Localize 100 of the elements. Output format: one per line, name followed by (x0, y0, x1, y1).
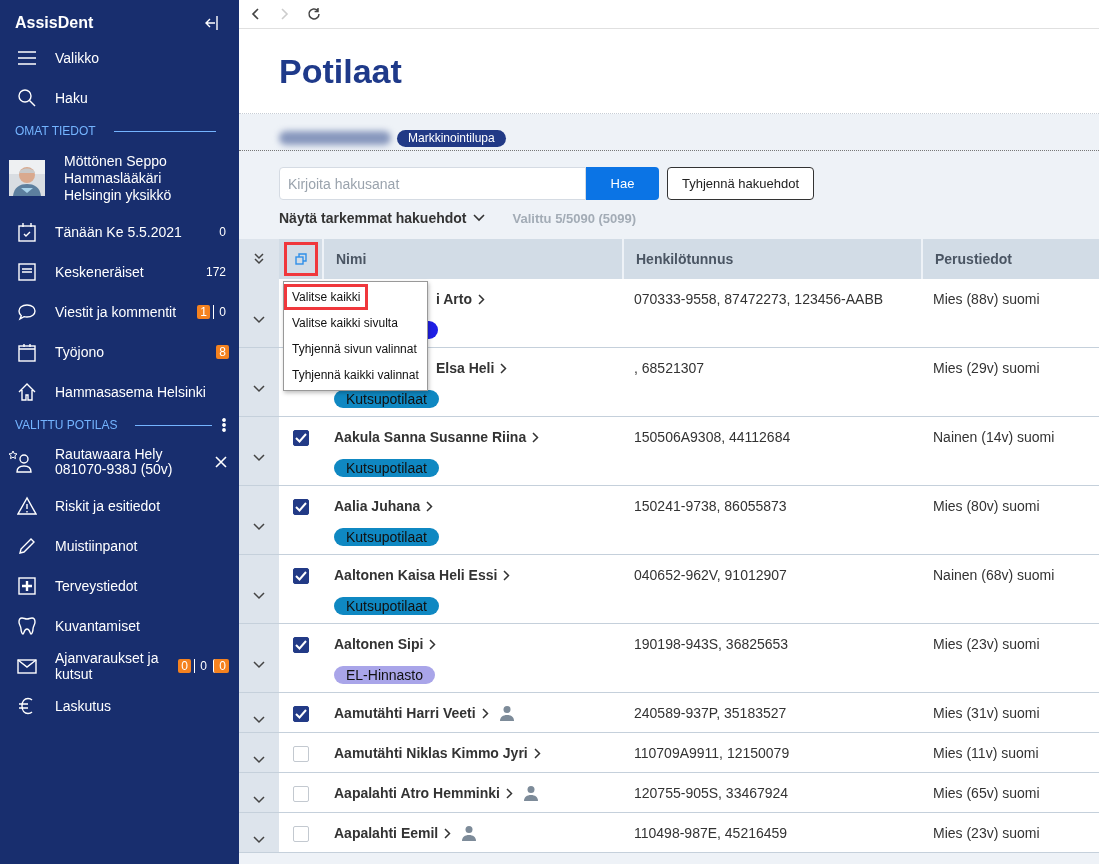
patient-link[interactable]: Aakula Sanna Susanne Riina (334, 429, 540, 445)
more-options-icon[interactable] (222, 418, 226, 432)
group-tag: Kutsupotilaat (334, 459, 439, 477)
section-heading: VALITTU POTILAS (15, 418, 118, 432)
profile-text: Helsingin yksikkö (64, 186, 172, 204)
app-title: AssisDent (15, 14, 94, 32)
count-badge: 0 (178, 659, 191, 673)
patient-link[interactable]: i Arto (436, 291, 486, 307)
menu-item[interactable]: Tyhjennä kaikki valinnat (284, 362, 427, 388)
count-badge: 8 (216, 345, 229, 359)
table-cell-text: 110498-987E, 45216459 (633, 824, 789, 843)
row-checkbox[interactable] (292, 706, 309, 722)
table-cell-text: Mies (88v) suomi (932, 290, 1041, 309)
plus-square-icon (17, 576, 37, 596)
sidebar-item[interactable]: Työjono 8 (0, 332, 239, 372)
patient-link[interactable]: Aalia Juhana (334, 498, 434, 514)
chevron-right-icon (533, 747, 541, 759)
chevron-right-icon (444, 827, 452, 839)
close-icon[interactable] (215, 456, 227, 468)
patient-link[interactable]: Aaltonen Sipi (334, 636, 437, 652)
table-cell-text: Mies (11v) suomi (932, 744, 1040, 763)
reload-icon[interactable] (307, 7, 321, 21)
sidebar-item[interactable]: Viestit ja kommentit 1 0 (0, 292, 239, 332)
group-tag: Kutsupotilaat (334, 390, 439, 408)
patient-link[interactable]: Aaltonen Kaisa Heli Essi (334, 567, 511, 583)
speech-bubble-icon (17, 302, 37, 322)
search-icon (17, 88, 37, 108)
document-icon (17, 262, 37, 282)
overlapping-squares-icon (294, 253, 307, 265)
row-checkbox[interactable] (292, 637, 309, 653)
sidebar-item[interactable]: Laskutus (0, 686, 239, 726)
chevron-right-icon (426, 500, 434, 512)
patient-link[interactable]: Elsa Heli (436, 360, 508, 376)
collapse-sidebar-icon[interactable] (205, 15, 219, 31)
table-cell-text: 190198-943S, 36825653 (633, 635, 790, 654)
chevron-right-icon (500, 362, 508, 374)
back-icon[interactable] (251, 8, 261, 20)
patient-link[interactable]: Aamutähti Niklas Kimmo Jyri (334, 745, 541, 761)
sidebar-item[interactable]: Kuvantamiset (0, 606, 239, 646)
sidebar-item[interactable]: Keskeneräiset 172 (0, 252, 239, 292)
count-label: 172 (204, 265, 227, 279)
row-checkbox[interactable] (292, 430, 309, 446)
table-cell-text: 040652-962V, 91012907 (633, 566, 788, 585)
star-person-icon (8, 450, 34, 474)
sidebar-item[interactable]: Valikko (0, 38, 239, 78)
table-cell-text: Nainen (68v) suomi (932, 566, 1056, 585)
sidebar-item[interactable]: Haku (0, 78, 239, 118)
patient-text: 081070-938J (50v) (55, 462, 174, 477)
patient-link[interactable]: Aapalahti Eemil (334, 825, 452, 841)
chevron-right-icon (481, 707, 489, 719)
group-tag: Kutsupotilaat (334, 597, 439, 615)
menu-icon (17, 48, 37, 68)
profile-card[interactable]: Möttönen Seppo Hammaslääkäri Helsingin yksikkö (0, 144, 239, 212)
chevron-right-icon (505, 787, 513, 799)
table-cell-text: Mies (23v) suomi (932, 635, 1041, 654)
patient-link[interactable]: Aamutähti Harri Veeti (334, 705, 489, 721)
selection-count: Valittu 5/5090 (5099) (512, 210, 637, 226)
search-button[interactable]: Hae (586, 167, 659, 200)
search-field[interactable]: Kirjoita hakusanat (279, 167, 586, 200)
profile-text: Möttönen Seppo (64, 152, 168, 170)
menu-item[interactable]: Tyhjennä sivun valinnat (284, 336, 427, 362)
table-cell-text: Mies (23v) suomi (932, 824, 1041, 843)
table-cell-text: Mies (65v) suomi (932, 784, 1041, 803)
table-cell-text: 070333-9558, 87472273, 123456-AABB (633, 290, 885, 309)
sidebar-item[interactable]: Terveystiedot (0, 566, 239, 606)
table-cell-text: Nainen (14v) suomi (932, 428, 1056, 447)
table-cell-text: , 68521307 (633, 359, 706, 378)
sidebar-item[interactable]: Riskit ja esitiedot (0, 486, 239, 526)
chevron-right-icon (532, 431, 540, 443)
select-menu-button[interactable] (283, 242, 318, 276)
chevron-right-icon (478, 293, 486, 305)
patient-link[interactable]: Aapalahti Atro Hemminki (334, 785, 513, 801)
count-badge: 1 (197, 305, 210, 319)
pencil-icon (17, 536, 37, 556)
more-filters-toggle[interactable]: Näytä tarkemmat hakuehdot (279, 210, 485, 226)
clear-filters-button[interactable]: Tyhjennä hakuehdot (667, 167, 815, 200)
warning-icon (17, 496, 37, 516)
section-heading: OMAT TIEDOT (15, 124, 96, 138)
chevron-right-icon (429, 638, 437, 650)
tooth-icon (17, 616, 37, 636)
chevron-right-icon (503, 569, 511, 581)
count-label: 0 (218, 225, 227, 239)
sidebar-item[interactable]: Muistiinpanot (0, 526, 239, 566)
menu-item[interactable]: Valitse kaikki (284, 284, 369, 310)
table-cell-text: Mies (29v) suomi (932, 359, 1041, 378)
count-badge: 0 (213, 659, 229, 673)
table-cell-text: 240589-937P, 35183527 (633, 704, 788, 723)
selected-patient[interactable]: Rautawaara Hely 081070-938J (50v) (0, 438, 239, 486)
sidebar-item[interactable]: Ajanvaraukset ja kutsut 0 0 0 (0, 646, 239, 686)
row-checkbox[interactable] (292, 568, 309, 584)
consent-tag: Markkinointilupa (397, 129, 506, 147)
group-tag: EL-Hinnasto (334, 666, 436, 684)
table-cell-text: 150506A9308, 44112684 (633, 428, 792, 447)
row-checkbox[interactable] (292, 499, 309, 515)
sidebar-item[interactable]: Tänään Ke 5.5.2021 0 (0, 212, 239, 252)
table-cell-text: 110709A9911, 12150079 (633, 744, 791, 763)
expand-all-icon[interactable] (254, 253, 264, 265)
house-icon (17, 382, 37, 402)
sidebar-item[interactable]: Hammasasema Helsinki (0, 372, 239, 412)
table-cell-text: 120755-905S, 33467924 (633, 784, 790, 803)
